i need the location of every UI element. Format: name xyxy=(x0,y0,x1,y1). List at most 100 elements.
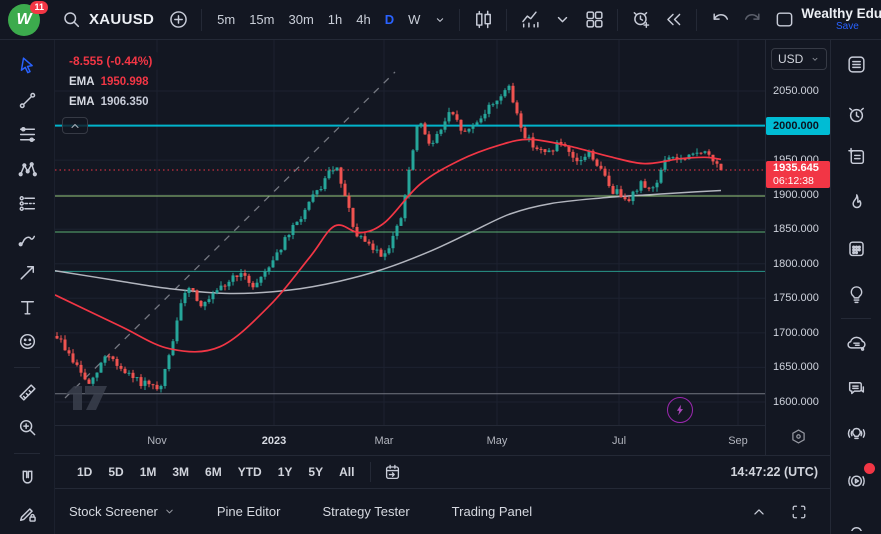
chart-pane[interactable]: -8.555 (-0.44%) EMA 1950.998 EMA 1906.350 xyxy=(55,40,765,425)
timeframe-5m[interactable]: 5m xyxy=(210,7,242,32)
timeframe-W[interactable]: W xyxy=(401,7,427,32)
arrow-icon xyxy=(19,266,34,280)
range-3m[interactable]: 3M xyxy=(164,461,197,483)
timeframe-15m[interactable]: 15m xyxy=(242,7,281,32)
xabcd-pattern-icon xyxy=(18,161,37,176)
price-change: -8.555 (-0.44%) xyxy=(69,54,153,68)
tool-magnet[interactable] xyxy=(9,465,45,492)
layout-grid-button[interactable] xyxy=(579,5,609,35)
tool-zoom-in[interactable] xyxy=(9,414,45,441)
zoom-in-icon xyxy=(19,419,35,436)
sidebar-notes-button[interactable] xyxy=(839,142,873,170)
indicator-row-0[interactable]: EMA 1950.998 xyxy=(62,74,156,90)
range-1y[interactable]: 1Y xyxy=(270,461,301,483)
range-all[interactable]: All xyxy=(331,461,362,483)
undo-button[interactable] xyxy=(705,5,735,35)
sidebar-calendar-button[interactable] xyxy=(839,234,873,262)
tab-label: Trading Panel xyxy=(451,504,533,519)
alert-level-label[interactable]: 2000.000 xyxy=(766,116,830,135)
indicator-row-1[interactable]: EMA 1906.350 xyxy=(62,94,156,110)
timeframe-menu-button[interactable] xyxy=(429,5,451,35)
tool-long-position[interactable] xyxy=(9,190,45,217)
price-tick: 1800.000 xyxy=(773,257,819,270)
alert-plus-button[interactable] xyxy=(626,5,656,35)
range-5d[interactable]: 5D xyxy=(100,461,131,483)
layout-button[interactable] xyxy=(769,5,799,35)
app-logo[interactable]: W 11 xyxy=(8,0,48,37)
tool-trend-line[interactable] xyxy=(9,86,45,113)
axis-settings-button[interactable] xyxy=(789,427,808,449)
timeframe-4h[interactable]: 4h xyxy=(349,7,377,32)
range-ytd[interactable]: YTD xyxy=(230,461,270,483)
bottom-tabs: Stock Screener Pine Editor Strategy Tester… xyxy=(69,504,574,519)
tool-emoji[interactable] xyxy=(9,328,45,355)
tool-brush[interactable] xyxy=(9,224,45,251)
timeframe-group: 5m 15m 30m 1h 4h D W xyxy=(210,7,427,32)
tool-arrow[interactable] xyxy=(9,259,45,286)
tool-xabcd-pattern[interactable] xyxy=(9,155,45,182)
expand-panel-button[interactable] xyxy=(746,499,772,525)
sidebar-watchlist-button[interactable] xyxy=(839,50,873,78)
sidebar-partial-button[interactable] xyxy=(839,506,873,534)
right-sidebar xyxy=(830,40,881,534)
sidebar-chats-button[interactable] xyxy=(839,329,873,357)
tab-stock-screener[interactable]: Stock Screener xyxy=(69,504,175,519)
tool-fib-retracement[interactable] xyxy=(9,121,45,148)
sidebar-hotlists-button[interactable] xyxy=(839,188,873,216)
replay-button[interactable] xyxy=(658,5,688,35)
price-chart[interactable] xyxy=(55,40,765,425)
timeframe-D[interactable]: D xyxy=(378,7,401,32)
partial-icon xyxy=(850,526,862,531)
goto-date-button[interactable] xyxy=(379,459,405,485)
live-badge xyxy=(864,463,875,474)
time-tick: May xyxy=(486,435,508,447)
tool-cursor[interactable] xyxy=(9,52,45,79)
chevron-down-icon xyxy=(812,57,818,61)
header-tools xyxy=(453,5,799,35)
range-5y[interactable]: 5Y xyxy=(300,461,331,483)
timeframe-30m[interactable]: 30m xyxy=(282,7,321,32)
compare-add-button[interactable] xyxy=(163,5,193,35)
symbol-search-button[interactable]: XAUUSD xyxy=(54,5,161,34)
candles-button[interactable] xyxy=(468,5,498,35)
tab-pine-editor[interactable]: Pine Editor xyxy=(217,504,281,519)
range-1d[interactable]: 1D xyxy=(69,461,100,483)
streams-icon xyxy=(847,427,865,439)
save-link[interactable]: Save xyxy=(836,21,859,32)
chart-legend: -8.555 (-0.44%) EMA 1950.998 EMA 1906.350 xyxy=(62,52,160,134)
range-1m[interactable]: 1M xyxy=(132,461,165,483)
session-clock[interactable]: 14:47:22 (UTC) xyxy=(730,465,820,479)
chevron-down-button[interactable] xyxy=(547,5,577,35)
drawing-toolbar xyxy=(0,40,55,534)
tool-ruler[interactable] xyxy=(9,379,45,406)
time-tick: 2023 xyxy=(261,435,287,447)
price-axis[interactable]: USD 2050.0002000.0001950.0001900.0001850… xyxy=(765,40,830,455)
sidebar-streams-button[interactable] xyxy=(839,419,873,447)
timeframe-1h[interactable]: 1h xyxy=(321,7,349,32)
quick-trade-button[interactable] xyxy=(667,397,693,423)
sidebar-private-chats-button[interactable] xyxy=(839,374,873,402)
chevron-down-icon xyxy=(166,509,173,514)
account-menu[interactable]: Wealthy Educ. Save xyxy=(801,6,881,33)
maximize-panel-button[interactable] xyxy=(786,499,812,525)
indicator-value: 1950.998 xyxy=(100,76,149,88)
currency-selector[interactable]: USD xyxy=(771,48,827,70)
legend-collapse-button[interactable] xyxy=(62,117,88,134)
tab-strategy-tester[interactable]: Strategy Tester xyxy=(322,504,409,519)
redo-button[interactable] xyxy=(737,5,767,35)
watchlist-icon xyxy=(847,55,865,73)
sidebar-alerts-button[interactable] xyxy=(839,100,873,128)
tab-trading-panel[interactable]: Trading Panel xyxy=(452,504,532,519)
tool-text[interactable] xyxy=(9,293,45,320)
tool-edit-lock[interactable] xyxy=(9,500,45,527)
sidebar-ideas-button[interactable] xyxy=(839,280,873,308)
bar-countdown: 06:12:38 xyxy=(773,175,814,188)
indicators-button[interactable] xyxy=(515,5,545,35)
tab-label: Pine Editor xyxy=(216,504,281,519)
price-tick: 2050.000 xyxy=(773,85,819,97)
range-6m[interactable]: 6M xyxy=(197,461,230,483)
sidebar-live-button[interactable] xyxy=(839,463,875,494)
search-icon xyxy=(64,12,80,28)
time-axis[interactable]: Nov 2023 Mar May Jul Sep xyxy=(55,425,765,455)
plus-circle-icon xyxy=(169,11,187,28)
